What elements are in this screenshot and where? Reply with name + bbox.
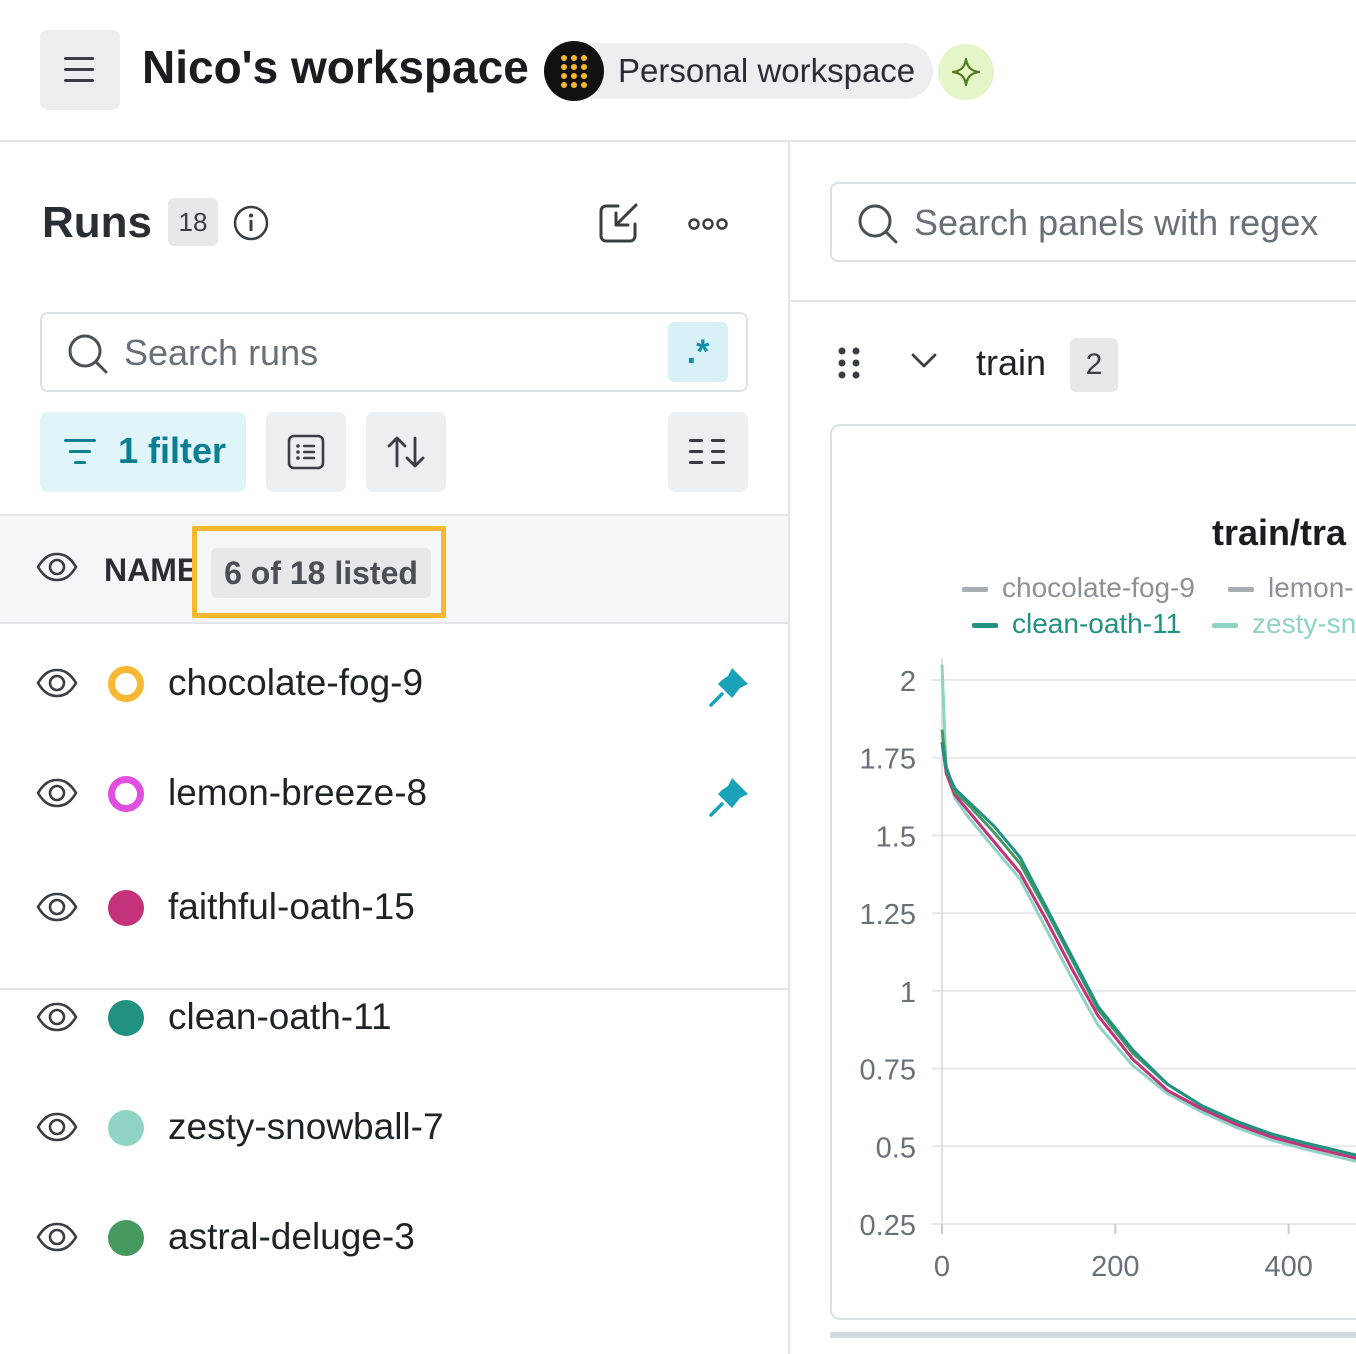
columns-icon xyxy=(689,439,725,464)
search-runs-placeholder: Search runs xyxy=(124,332,319,373)
series-line xyxy=(940,664,1356,1163)
collapse-panel-icon[interactable] xyxy=(596,200,642,246)
run-name[interactable]: faithful-oath-15 xyxy=(168,886,415,928)
run-color-dot[interactable] xyxy=(108,776,144,812)
run-row[interactable]: astral-deluge-3 xyxy=(0,1182,788,1292)
eye-icon[interactable] xyxy=(36,1112,78,1142)
run-row[interactable]: chocolate-fog-9 xyxy=(0,628,788,738)
info-icon[interactable] xyxy=(232,204,270,242)
chart-panel[interactable]: train/tra chocolate-fog-9 lemon-clean-oat… xyxy=(830,424,1356,1320)
search-panels-placeholder: Search panels with regex xyxy=(914,202,1319,243)
run-row[interactable]: faithful-oath-15 xyxy=(0,852,788,962)
listed-highlight: 6 of 18 listed xyxy=(192,526,446,618)
sort-arrows-icon xyxy=(387,436,425,468)
run-color-dot[interactable] xyxy=(108,1110,144,1146)
run-name[interactable]: zesty-snowball-7 xyxy=(168,1106,444,1148)
line-chart: 2 1.75 1.5 1.25 1 0.75 0.5 0.25 0 200 400 xyxy=(860,658,1356,1283)
y-tick-label: 0.5 xyxy=(876,1132,916,1164)
search-icon xyxy=(858,204,898,244)
eye-icon[interactable] xyxy=(36,1002,78,1032)
runs-panel: Runs 18 Search runs .* 1 filter NAME 6 o… xyxy=(0,142,790,1354)
workspace-logo-icon xyxy=(544,41,604,101)
section-label: train xyxy=(976,342,1047,383)
y-tick-label: 0.25 xyxy=(860,1210,916,1242)
y-tick-label: 1.25 xyxy=(860,899,916,931)
section-count-badge: 2 xyxy=(1070,338,1118,392)
name-column-header[interactable]: NAME xyxy=(104,552,198,589)
hamburger-icon xyxy=(64,57,94,82)
search-panels-input[interactable]: Search panels with regex xyxy=(830,182,1356,262)
run-color-dot[interactable] xyxy=(108,1000,144,1036)
eye-icon[interactable] xyxy=(36,778,78,808)
columns-button[interactable] xyxy=(668,412,748,492)
panels-area: Search panels with regex train 2 train/t… xyxy=(790,142,1356,1354)
filter-icon xyxy=(64,439,96,464)
run-name[interactable]: astral-deluge-3 xyxy=(168,1216,415,1258)
eye-icon[interactable] xyxy=(36,552,78,582)
horizontal-scrollbar[interactable] xyxy=(830,1332,1356,1338)
y-tick-label: 1.5 xyxy=(876,821,916,853)
run-row[interactable]: zesty-snowball-7 xyxy=(0,1072,788,1182)
eye-icon[interactable] xyxy=(36,668,78,698)
series-line xyxy=(940,741,1356,1157)
run-row[interactable]: lemon-breeze-8 xyxy=(0,738,788,848)
chevron-down-icon[interactable] xyxy=(910,352,938,370)
runs-title: Runs xyxy=(42,198,152,247)
run-color-dot[interactable] xyxy=(108,890,144,926)
search-runs-input[interactable]: Search runs .* xyxy=(40,312,748,392)
run-color-dot[interactable] xyxy=(108,1220,144,1256)
filter-label: 1 filter xyxy=(118,430,227,471)
series-line xyxy=(940,729,1356,1157)
x-tick-label: 0 xyxy=(934,1251,950,1283)
run-name[interactable]: chocolate-fog-9 xyxy=(168,662,423,704)
top-header: Nico's workspace Personal workspace xyxy=(0,0,1356,142)
ai-assistant-button[interactable] xyxy=(938,44,994,100)
y-tick-label: 2 xyxy=(900,666,916,698)
sparkle-icon xyxy=(951,57,981,87)
list-icon xyxy=(287,434,325,470)
runs-count-badge: 18 xyxy=(168,198,218,246)
series-line xyxy=(940,741,1356,1160)
hamburger-menu-button[interactable] xyxy=(40,30,120,110)
run-name[interactable]: lemon-breeze-8 xyxy=(168,772,427,814)
eye-icon[interactable] xyxy=(36,1222,78,1252)
sort-runs-button[interactable] xyxy=(366,412,446,492)
listed-count-badge: 6 of 18 listed xyxy=(211,548,431,598)
group-runs-button[interactable] xyxy=(266,412,346,492)
y-tick-label: 0.75 xyxy=(860,1055,916,1087)
section-header-train[interactable]: train 2 xyxy=(790,322,1356,402)
more-options-icon[interactable] xyxy=(686,206,730,242)
workspace-title: Nico's workspace xyxy=(142,41,529,93)
run-row[interactable]: clean-oath-11 xyxy=(0,962,788,1072)
pin-icon[interactable] xyxy=(706,664,752,710)
search-icon xyxy=(68,334,108,374)
x-tick-label: 200 xyxy=(1091,1251,1139,1283)
drag-handle-icon[interactable] xyxy=(836,346,862,380)
panels-divider xyxy=(790,300,1356,302)
y-tick-label: 1.75 xyxy=(860,744,916,776)
pinned-separator xyxy=(0,988,788,990)
run-color-dot[interactable] xyxy=(108,666,144,702)
eye-icon[interactable] xyxy=(36,892,78,922)
pin-icon[interactable] xyxy=(706,774,752,820)
runs-table-header: NAME 6 of 18 listed xyxy=(0,514,788,624)
filter-button[interactable]: 1 filter xyxy=(40,412,246,492)
y-tick-label: 1 xyxy=(900,977,916,1009)
x-tick-label: 400 xyxy=(1264,1251,1312,1283)
regex-toggle-button[interactable]: .* xyxy=(668,322,728,382)
run-name[interactable]: clean-oath-11 xyxy=(168,996,392,1038)
